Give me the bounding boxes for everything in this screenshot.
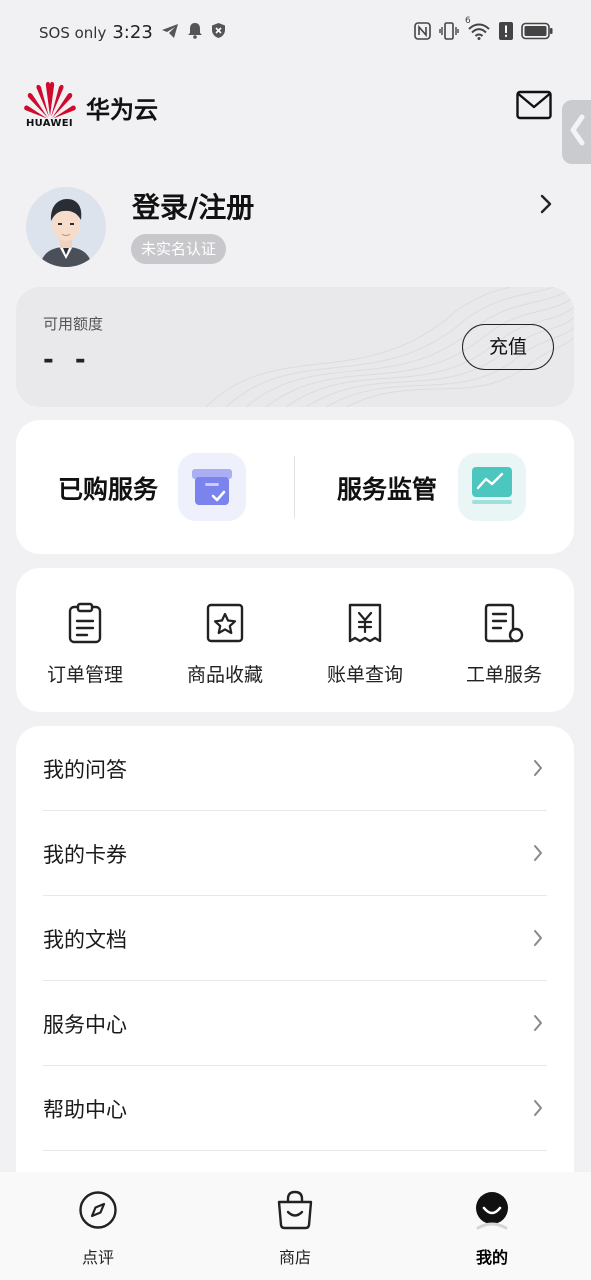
product-favorites-action[interactable]: 商品收藏 [165, 602, 285, 687]
mail-icon[interactable] [516, 90, 552, 124]
clipboard-icon [25, 602, 145, 644]
balance-card: 可用额度 - - 充值 [16, 287, 574, 407]
chevron-right-icon [532, 1098, 544, 1122]
carrier-text: SOS only [39, 23, 107, 42]
available-credit-value: - - [43, 345, 92, 375]
my-documents-label: 我的文档 [43, 928, 127, 952]
nav-review-label: 点评 [81, 1248, 114, 1267]
clock-time: 3:23 [112, 22, 153, 43]
help-center-label: 帮助中心 [43, 1098, 127, 1122]
chevron-right-icon[interactable] [538, 192, 554, 220]
list-item[interactable]: 服务中心 [16, 981, 574, 1066]
nfc-icon [414, 22, 431, 44]
vibrate-icon [439, 22, 459, 44]
shield-icon [211, 22, 226, 43]
order-management-action[interactable]: 订单管理 [25, 602, 145, 687]
star-box-icon [165, 602, 285, 644]
profile-section[interactable]: 登录/注册 未实名认证 [0, 180, 591, 275]
app-title: 华为云 [86, 96, 158, 124]
shopping-bag-icon [245, 1190, 345, 1232]
nav-mine[interactable]: 我的 [442, 1190, 542, 1268]
service-monitoring-label: 服务监管 [337, 475, 438, 504]
bill-inquiry-label: 账单查询 [326, 664, 403, 686]
ticket-service-label: 工单服务 [465, 664, 542, 686]
service-monitoring-entry[interactable]: 服务监管 [295, 420, 574, 554]
my-coupons-label: 我的卡券 [43, 843, 127, 867]
status-bar: SOS only 3:23 6 [0, 0, 591, 66]
chevron-right-icon [532, 1013, 544, 1037]
purchased-box-icon [178, 453, 246, 521]
list-item[interactable]: 我的卡券 [16, 811, 574, 896]
realname-status-badge: 未实名认证 [131, 234, 227, 264]
battery-icon [521, 22, 553, 44]
chevron-right-icon [532, 758, 544, 782]
network-badge: 6 [465, 16, 471, 26]
alert-icon [499, 22, 513, 44]
chevron-right-icon [532, 928, 544, 952]
bell-icon [187, 22, 203, 43]
list-item[interactable]: 帮助中心 [16, 1066, 574, 1151]
purchased-services-entry[interactable]: 已购服务 [16, 420, 294, 554]
available-credit-label: 可用额度 [43, 315, 104, 333]
list-item[interactable]: 我的文档 [16, 896, 574, 981]
purchased-services-label: 已购服务 [58, 475, 159, 504]
yen-receipt-icon [305, 602, 425, 644]
chevron-right-icon [532, 843, 544, 867]
chevron-left-icon [569, 114, 585, 150]
services-card: 已购服务 服务监管 [16, 420, 574, 554]
login-register-link[interactable]: 登录/注册 [132, 186, 254, 226]
recharge-button[interactable]: 充值 [462, 324, 554, 370]
nav-mine-label: 我的 [475, 1248, 508, 1267]
ticket-document-icon [444, 602, 564, 644]
quick-actions-card: 订单管理 商品收藏 账单查询 工单服务 [16, 568, 574, 712]
bottom-navigation: 点评 商店 我的 [0, 1172, 591, 1280]
compass-icon [48, 1190, 148, 1232]
order-management-label: 订单管理 [46, 664, 123, 686]
bill-inquiry-action[interactable]: 账单查询 [305, 602, 425, 687]
app-header: HUAWEI 华为云 [0, 76, 591, 136]
profile-smile-icon [442, 1190, 542, 1232]
service-center-label: 服务中心 [43, 1013, 127, 1037]
nav-store-label: 商店 [278, 1248, 311, 1267]
my-qa-label: 我的问答 [43, 758, 127, 782]
telegram-icon [161, 23, 179, 43]
avatar[interactable] [26, 187, 106, 267]
nav-store[interactable]: 商店 [245, 1190, 345, 1268]
list-item[interactable]: 我的问答 [16, 726, 574, 811]
menu-list: 我的问答 我的卡券 我的文档 服务中心 帮助中心 [16, 726, 574, 1186]
side-drawer-handle[interactable] [562, 100, 591, 164]
product-favorites-label: 商品收藏 [186, 664, 263, 686]
nav-review[interactable]: 点评 [48, 1190, 148, 1268]
ticket-service-action[interactable]: 工单服务 [444, 602, 564, 687]
divider [43, 1150, 547, 1151]
wifi-icon: 6 [465, 16, 491, 44]
monitor-chart-icon [458, 453, 526, 521]
logo-wordmark: HUAWEI [26, 118, 73, 129]
